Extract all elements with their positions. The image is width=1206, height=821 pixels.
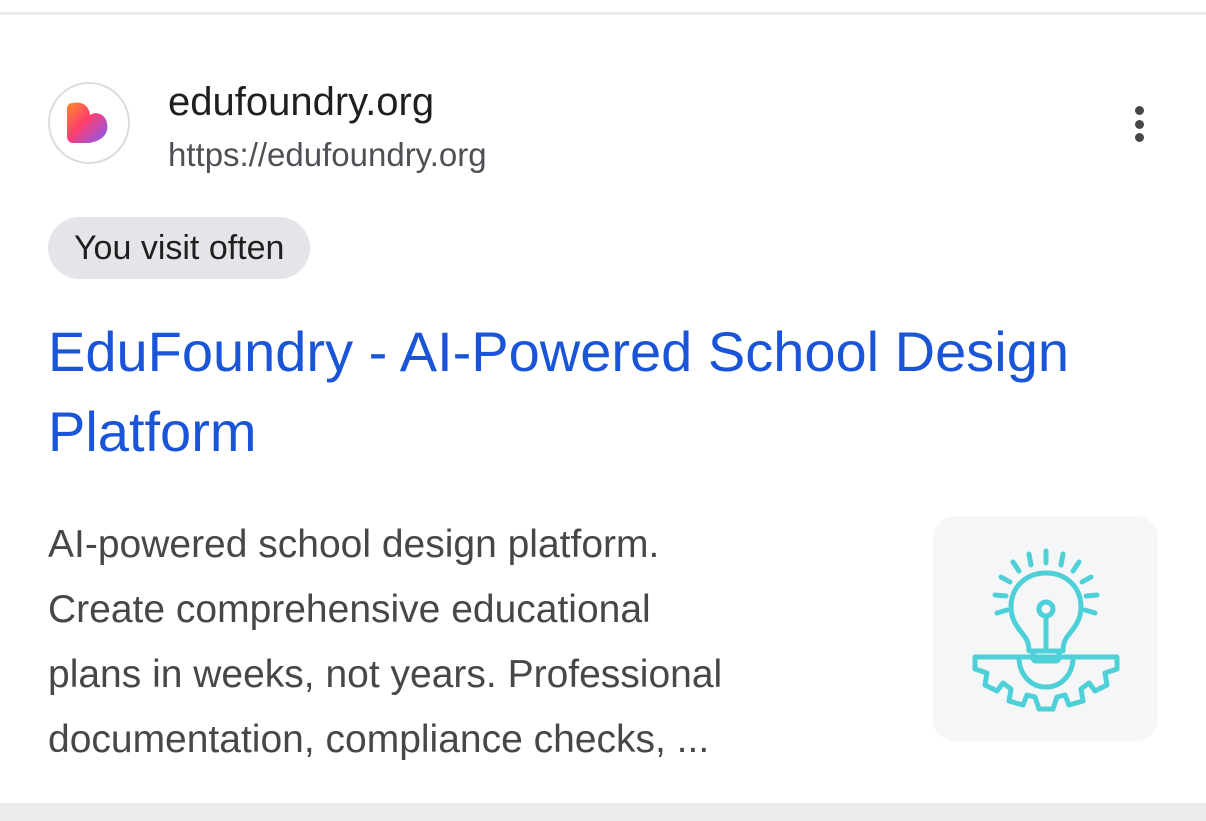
snippet-line: AI-powered school design platform. [48,523,660,566]
result-snippet: AI-powered school design platform. Creat… [48,512,898,772]
more-vert-icon-dot [1134,133,1144,142]
more-vert-icon [1134,106,1144,115]
bottom-divider [0,803,1206,821]
more-vert-icon-dot [1134,119,1144,129]
site-url[interactable]: https://edufoundry.org [168,134,487,176]
heart-logo-icon [67,102,108,143]
search-result-card: edufoundry.org https://edufoundry.org Yo… [0,0,1206,821]
top-divider [0,12,1206,15]
result-title-link[interactable]: EduFoundry - AI-Powered School Design Pl… [48,312,1148,472]
snippet-line: plans in weeks, not years. Professional [48,653,723,696]
result-thumbnail[interactable] [933,516,1158,741]
snippet-line: Create comprehensive educational [48,588,651,631]
more-options-button[interactable] [1122,100,1156,148]
site-name[interactable]: edufoundry.org [168,76,434,128]
snippet-line: documentation, compliance checks, ... [48,718,710,761]
visit-often-badge: You visit often [48,217,311,279]
lightbulb-gear-icon [972,548,1119,711]
site-favicon[interactable] [48,82,130,164]
